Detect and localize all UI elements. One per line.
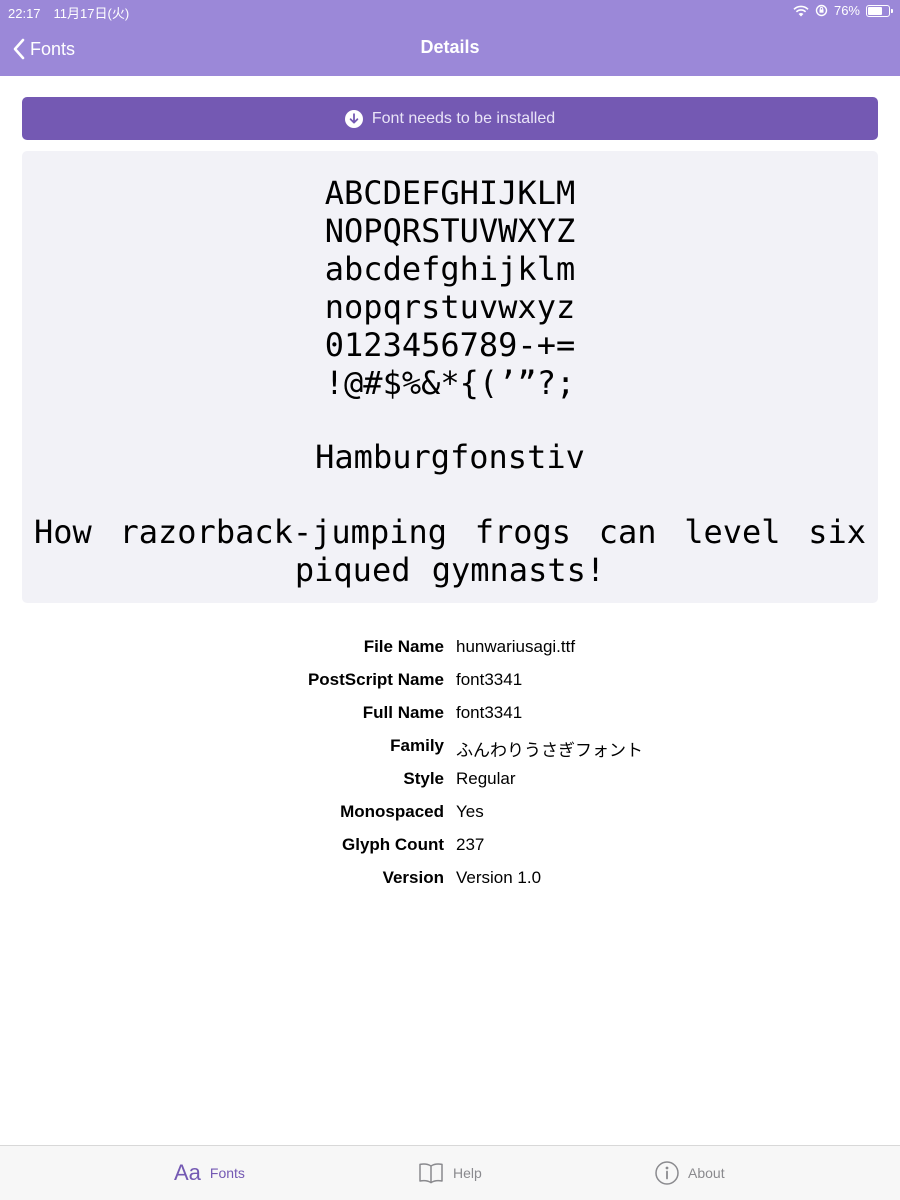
font-preview: ABCDEFGHIJKLM NOPQRSTUVWXYZ abcdefghijkl… — [22, 151, 878, 603]
info-value: Yes — [456, 802, 484, 821]
preview-symbols-line: !@#$%&*{(’”?; — [324, 364, 576, 402]
preview-digits-line: 0123456789-+= — [324, 326, 576, 364]
tab-fonts-label: Fonts — [209, 1165, 245, 1181]
status-time: 22:17 11月17日(火) — [8, 6, 130, 21]
info-label: Full Name — [362, 703, 444, 722]
book-icon — [419, 1163, 443, 1184]
info-label: PostScript Name — [307, 670, 444, 689]
tab-about-label: About — [688, 1165, 725, 1181]
info-label: Family — [390, 736, 444, 755]
info-row-glyph-count: Glyph Count 237 — [0, 835, 900, 865]
info-label: File Name — [363, 637, 444, 656]
info-label: Version — [382, 868, 444, 887]
info-label: Glyph Count — [342, 835, 444, 854]
info-row-style: Style Regular — [0, 769, 900, 799]
info-label: Monospaced — [340, 802, 444, 821]
tab-about[interactable]: About — [655, 1158, 725, 1188]
download-circle-icon — [344, 109, 363, 128]
info-row-family: Family ふんわりうさぎフォント — [0, 736, 900, 766]
page-title: Details — [420, 37, 480, 57]
info-value: font3341 — [456, 703, 523, 722]
info-value: Regular — [456, 769, 516, 788]
info-value: 237 — [456, 835, 485, 854]
font-icon: Aa — [174, 1160, 201, 1185]
orientation-lock-icon — [815, 4, 828, 17]
tab-bar: Aa Fonts Help About — [0, 1145, 900, 1200]
info-row-monospaced: Monospaced Yes — [0, 802, 900, 832]
battery-percent: 76% — [833, 3, 860, 18]
info-label: Style — [403, 769, 444, 788]
status-indicators: 76% — [793, 3, 893, 18]
wifi-icon — [793, 5, 809, 16]
info-row-file-name: File Name hunwariusagi.ttf — [0, 637, 900, 667]
battery-icon — [866, 4, 893, 17]
preview-lowercase-line-1: abcdefghijklm — [324, 250, 576, 288]
install-font-label: Font needs to be installed — [371, 109, 556, 127]
tab-help-label: Help — [453, 1165, 482, 1181]
info-value: hunwariusagi.ttf — [456, 637, 576, 656]
info-row-postscript-name: PostScript Name font3341 — [0, 670, 900, 700]
preview-uppercase-line-1: ABCDEFGHIJKLM — [324, 174, 576, 212]
preview-uppercase-line-2: NOPQRSTUVWXYZ — [324, 212, 576, 250]
info-value: Version 1.0 — [456, 868, 542, 887]
preview-sample-word: Hamburgfonstiv — [315, 438, 585, 476]
info-row-version: Version Version 1.0 — [0, 868, 900, 898]
info-value: ふんわりうさぎフォント — [456, 741, 643, 760]
preview-lowercase-line-2: nopqrstuvwxyz — [324, 288, 576, 326]
info-row-full-name: Full Name font3341 — [0, 703, 900, 733]
info-value: font3341 — [456, 670, 523, 689]
preview-pangram: How razorback-jumping frogs can level si… — [34, 513, 866, 589]
install-font-button[interactable]: Font needs to be installed — [22, 97, 878, 140]
battery-level — [868, 6, 882, 15]
navigation-header: 22:17 11月17日(火) 76% Fonts Details — [0, 0, 900, 76]
tab-help[interactable]: Help — [418, 1158, 482, 1188]
info-icon — [655, 1161, 679, 1185]
tab-fonts[interactable]: Aa Fonts — [174, 1158, 245, 1188]
